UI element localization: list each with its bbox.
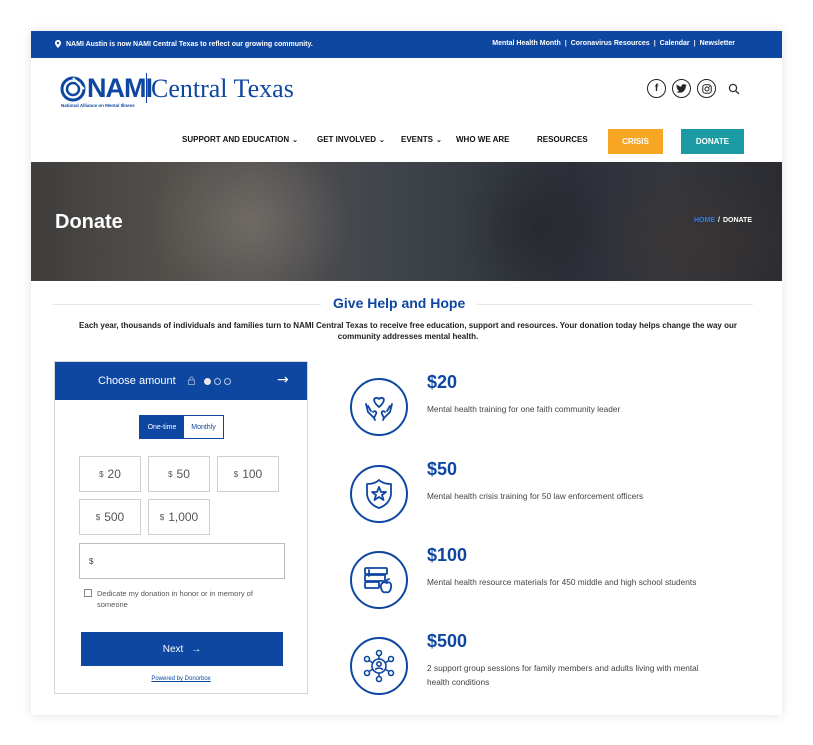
next-button[interactable]: Next → [81,632,283,666]
breadcrumb-home[interactable]: HOME [694,217,715,224]
page-title: Donate [55,211,123,233]
instagram-icon[interactable] [697,79,716,98]
section-title: Give Help and Hope [321,295,478,311]
chevron-down-icon: ⌄ [436,136,442,144]
breadcrumb-separator: / [718,217,720,224]
chevron-down-icon: ⌄ [378,136,385,144]
nav-label: RESOURCES [537,135,588,144]
link-separator: | [564,40,567,47]
arrow-right-icon[interactable]: → [277,372,289,388]
currency-symbol: $ [233,469,239,479]
impact-item: $50 Mental health crisis training for 50… [349,459,769,529]
impact-amount: $500 [427,631,468,651]
site-logo[interactable]: NAMI National Alliance on Mental Illness… [60,69,340,113]
logo-nami: NAMI [87,73,153,103]
impact-amount: $100 [427,545,468,565]
step-dot [214,378,221,385]
nav-events[interactable]: EVENTS ⌄ [401,135,442,144]
section-intro: Each year, thousands of individuals and … [79,321,737,341]
logo-divider [146,73,147,103]
nami-swirl-icon [60,76,86,102]
hero-overlay [31,162,782,281]
amount-option[interactable]: $ 1,000 [148,499,210,535]
logo-tagline: National Alliance on Mental Illness [61,103,135,108]
one-time-option[interactable]: One-time [140,416,184,438]
currency-symbol: $ [99,469,104,479]
link-separator: | [693,40,696,47]
books-apple-icon [350,551,408,609]
amount-value: 500 [104,510,125,524]
nav-who-we-are[interactable]: WHO WE ARE [456,135,509,144]
impact-description: 2 support group sessions for family memb… [427,663,699,687]
donation-widget: Choose amount → One-time Monthly $ 20 $ … [54,361,308,694]
impact-description: Mental health training for one faith com… [427,404,621,414]
link-mental-health-month[interactable]: Mental Health Month [492,40,560,47]
hands-heart-icon [350,378,408,436]
social-links: f [647,79,740,98]
police-badge-icon [350,465,408,523]
step-dot [224,378,231,385]
step-dot-active [204,378,211,385]
widget-header: Choose amount → [55,362,307,400]
impact-description: Mental health resource materials for 450… [427,577,697,587]
twitter-icon[interactable] [672,79,691,98]
link-coronavirus-resources[interactable]: Coronavirus Resources [571,40,650,47]
announcement[interactable]: NAMI Austin is now NAMI Central Texas to… [55,40,313,48]
nav-label: GET INVOLVED [317,135,376,144]
announcement-text: NAMI Austin is now NAMI Central Texas to… [66,40,313,48]
widget-title: Choose amount [98,375,176,387]
logo-central-texas: Central Texas [151,74,294,103]
currency-symbol: $ [95,512,101,522]
facebook-icon[interactable]: f [647,79,666,98]
frequency-toggle: One-time Monthly [139,415,224,439]
amount-option[interactable]: $ 20 [79,456,141,492]
chevron-down-icon: ⌄ [292,136,298,144]
page-hero: Donate HOME / DONATE [31,162,782,281]
monthly-option[interactable]: Monthly [184,416,223,438]
search-icon[interactable] [728,83,740,95]
impact-amount: $20 [427,372,458,392]
link-separator: | [653,40,656,47]
impact-item: $20 Mental health training for one faith… [349,372,769,442]
dedicate-label: Dedicate my donation in honor or in memo… [97,589,253,609]
location-pin-icon [55,40,61,48]
nav-support-and-education[interactable]: SUPPORT AND EDUCATION ⌄ [182,135,298,144]
step-indicator [204,378,231,385]
currency-symbol: $ [159,512,165,522]
nav-label: WHO WE ARE [456,135,510,144]
breadcrumb-current: DONATE [722,217,752,224]
amount-value: 20 [107,467,121,481]
custom-amount-input[interactable]: $ [79,543,285,579]
impact-amount: $50 [427,459,458,479]
powered-by-link[interactable]: Powered by Donorbox [55,676,307,682]
amount-value: 1,000 [168,510,199,524]
nav-label: EVENTS [401,135,434,144]
lock-icon [188,376,195,385]
donate-button[interactable]: DONATE [681,129,744,154]
currency-symbol: $ [168,469,173,479]
crisis-button[interactable]: CRISIS [608,129,663,154]
impact-item: $100 Mental health resource materials fo… [349,545,769,615]
nav-resources[interactable]: RESOURCES [537,135,588,144]
nav-label: SUPPORT AND EDUCATION [182,135,290,144]
next-label: Next [162,643,184,655]
link-calendar[interactable]: Calendar [660,40,690,47]
link-newsletter[interactable]: Newsletter [700,40,735,47]
dedicate-option[interactable]: Dedicate my donation in honor or in memo… [84,588,284,610]
nav-get-involved[interactable]: GET INVOLVED ⌄ [317,135,385,144]
top-bar: NAMI Austin is now NAMI Central Texas to… [31,31,782,58]
breadcrumb: HOME / DONATE [694,217,752,224]
dedicate-checkbox[interactable] [84,589,92,597]
amount-option[interactable]: $ 50 [148,456,210,492]
support-group-icon [350,637,408,695]
impact-description: Mental health crisis training for 50 law… [427,491,644,501]
utility-links: Mental Health Month | Coronavirus Resour… [492,40,735,47]
amount-option[interactable]: $ 100 [217,456,279,492]
amount-option[interactable]: $ 500 [79,499,141,535]
page: NAMI Austin is now NAMI Central Texas to… [31,31,782,715]
amount-value: 100 [242,467,263,481]
arrow-right-icon: → [191,643,202,655]
impact-item: $500 2 support group sessions for family… [349,631,769,701]
amount-value: 50 [176,467,190,481]
